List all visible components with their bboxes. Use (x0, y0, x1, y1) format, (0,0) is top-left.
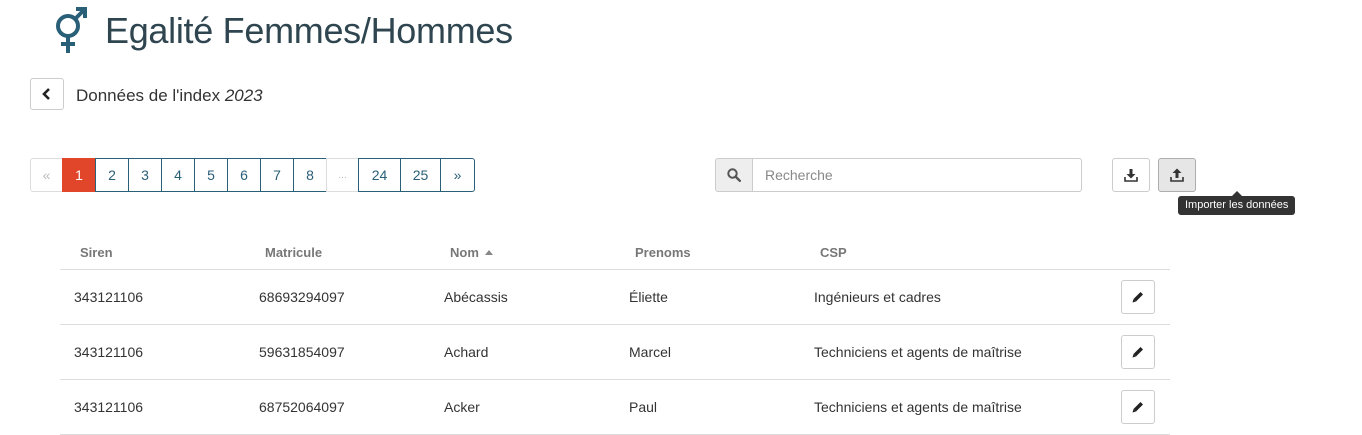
employees-table: Siren Matricule Nom Prenoms CSP 34312110… (60, 236, 1170, 435)
page-4[interactable]: 4 (161, 158, 195, 192)
column-label: CSP (820, 245, 847, 260)
search-addon (715, 158, 753, 192)
import-button[interactable] (1158, 158, 1196, 192)
page-8[interactable]: 8 (293, 158, 327, 192)
column-label: Prenoms (635, 245, 691, 260)
search-input[interactable] (753, 158, 1082, 192)
gender-equality-icon (56, 7, 87, 53)
table-header-row: Siren Matricule Nom Prenoms CSP (60, 236, 1170, 270)
column-label: Siren (80, 245, 113, 260)
cell-actions (1100, 269, 1170, 325)
cell-siren: 343121106 (60, 269, 245, 325)
page-title: Egalité Femmes/Hommes (105, 10, 513, 51)
page-5[interactable]: 5 (194, 158, 228, 192)
pencil-icon (1132, 347, 1143, 358)
sort-ascending-icon (484, 250, 493, 256)
download-button[interactable] (1112, 158, 1150, 192)
cell-actions (1100, 379, 1170, 435)
cell-prenoms: Éliette (615, 269, 800, 325)
pencil-icon (1132, 292, 1143, 303)
table-row: 343121106 68752064097 Acker Paul Technic… (60, 379, 1170, 435)
chevron-left-icon (42, 88, 50, 100)
column-header-matricule[interactable]: Matricule (245, 236, 430, 270)
cell-csp: Techniciens et agents de maîtrise (800, 324, 1100, 380)
cell-csp: Ingénieurs et cadres (800, 269, 1100, 325)
cell-matricule: 68693294097 (245, 269, 430, 325)
page-next[interactable]: » (440, 158, 475, 192)
column-header-csp[interactable]: CSP (800, 236, 1100, 270)
page-3[interactable]: 3 (128, 158, 162, 192)
page-1[interactable]: 1 (62, 158, 96, 192)
column-header-prenoms[interactable]: Prenoms (615, 236, 800, 270)
cell-nom: Acker (430, 379, 615, 435)
upload-icon (1170, 168, 1184, 182)
edit-button[interactable] (1121, 280, 1155, 314)
pencil-icon (1132, 402, 1143, 413)
cell-actions (1100, 324, 1170, 380)
cell-matricule: 68752064097 (245, 379, 430, 435)
cell-prenoms: Paul (615, 379, 800, 435)
edit-button[interactable] (1121, 390, 1155, 424)
cell-nom: Achard (430, 324, 615, 380)
table-row: 343121106 68693294097 Abécassis Éliette … (60, 269, 1170, 325)
page-header: Egalité Femmes/Hommes (52, 6, 513, 56)
download-icon (1124, 169, 1138, 182)
search-icon (727, 168, 741, 182)
table-row: 343121106 59631854097 Achard Marcel Tech… (60, 324, 1170, 380)
cell-nom: Abécassis (430, 269, 615, 325)
column-header-nom[interactable]: Nom (430, 236, 615, 270)
column-header-actions (1100, 236, 1170, 270)
cell-siren: 343121106 (60, 324, 245, 380)
search-group (715, 158, 1082, 192)
page-2[interactable]: 2 (95, 158, 129, 192)
column-label: Matricule (265, 245, 323, 260)
cell-siren: 343121106 (60, 379, 245, 435)
page-7[interactable]: 7 (260, 158, 294, 192)
edit-button[interactable] (1121, 335, 1155, 369)
pagination: « 1 2 3 4 5 6 7 8 ... 24 25 » (30, 158, 475, 192)
subtitle: Données de l'index 2023 (76, 86, 263, 106)
page-24[interactable]: 24 (358, 158, 401, 192)
column-label: Nom (450, 245, 479, 260)
subtitle-label: Données de l'index (76, 86, 221, 105)
cell-prenoms: Marcel (615, 324, 800, 380)
subtitle-year: 2023 (224, 86, 263, 105)
back-button[interactable] (30, 78, 64, 110)
page-prev: « (30, 158, 63, 192)
import-tooltip: Importer les données (1178, 191, 1296, 215)
column-header-siren[interactable]: Siren (60, 236, 245, 270)
cell-matricule: 59631854097 (245, 324, 430, 380)
page-ellipsis: ... (326, 158, 359, 192)
page-6[interactable]: 6 (227, 158, 261, 192)
page-25[interactable]: 25 (400, 158, 441, 192)
cell-csp: Techniciens et agents de maîtrise (800, 379, 1100, 435)
